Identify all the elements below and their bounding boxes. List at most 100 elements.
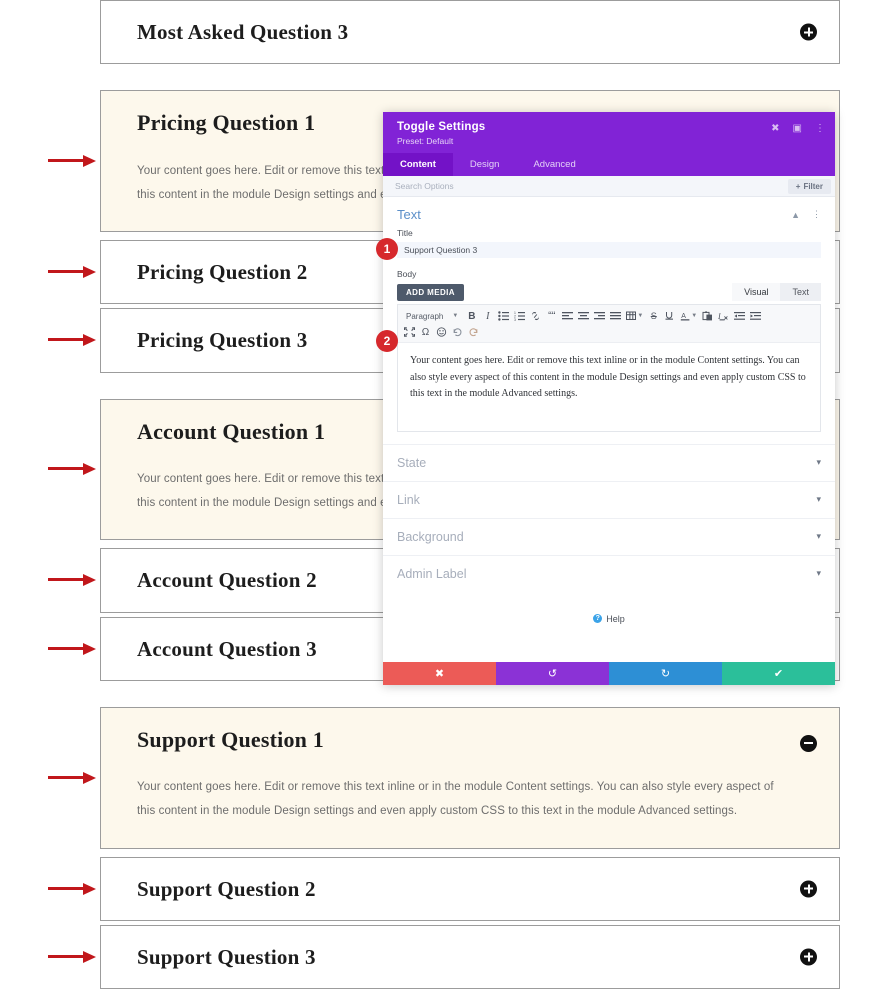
- align-center-icon[interactable]: [576, 309, 591, 323]
- chevron-down-icon[interactable]: ▾: [816, 457, 821, 468]
- table-icon[interactable]: ▼: [624, 309, 645, 323]
- plus-icon[interactable]: [800, 880, 817, 897]
- bold-icon[interactable]: B: [464, 309, 479, 323]
- more-options-icon[interactable]: ⋮: [815, 124, 825, 134]
- modal-action-bar: ✖ ↺ ↻ ✔: [383, 662, 835, 685]
- chevron-up-icon[interactable]: ▲: [791, 210, 800, 220]
- link-icon[interactable]: [528, 309, 543, 323]
- text-color-icon[interactable]: A ▼: [678, 309, 699, 323]
- outdent-icon[interactable]: [732, 309, 747, 323]
- modal-body: Text ▲ ⋮ Title Support Question 3 Body A…: [383, 197, 835, 662]
- strikethrough-icon[interactable]: S: [646, 309, 661, 323]
- pointer-arrow: [48, 266, 96, 278]
- pointer-arrow: [48, 334, 96, 346]
- search-options-bar: Search Options + Filter: [383, 176, 835, 197]
- plus-icon[interactable]: [800, 24, 817, 41]
- chevron-down-icon: ▼: [691, 313, 697, 319]
- svg-text:3: 3: [514, 318, 516, 321]
- editor-toolbar: Paragraph ▼ B I 123 ““: [398, 305, 820, 343]
- accordion-item-title: Most Asked Question 3: [137, 19, 793, 45]
- help-icon: ?: [593, 614, 602, 623]
- bullet-list-icon[interactable]: [496, 309, 511, 323]
- paragraph-format-select[interactable]: Paragraph ▼: [402, 309, 463, 323]
- accordion-item[interactable]: Support Question 1 Your content goes here…: [100, 707, 840, 849]
- chevron-down-icon[interactable]: ▾: [816, 568, 821, 579]
- chevron-down-icon[interactable]: ▾: [816, 494, 821, 505]
- undo-icon: ↺: [548, 667, 557, 680]
- modal-title: Toggle Settings: [397, 121, 821, 133]
- editor-tab-text[interactable]: Text: [780, 283, 821, 301]
- title-field-group: Title Support Question 3: [383, 228, 835, 258]
- text-section-title: Text: [397, 207, 779, 222]
- section-row-label: Link: [397, 493, 816, 507]
- add-media-button[interactable]: ADD MEDIA: [397, 284, 464, 301]
- pointer-arrow: [48, 155, 96, 167]
- filter-label: Filter: [803, 182, 823, 191]
- check-icon: ✔: [774, 667, 783, 680]
- emoji-icon[interactable]: [434, 325, 449, 339]
- plus-icon[interactable]: [800, 948, 817, 965]
- paste-as-text-icon[interactable]: [700, 309, 715, 323]
- help-button[interactable]: ? Help: [383, 592, 835, 624]
- accordion-item-title: Support Question 2: [137, 876, 793, 902]
- editor-content[interactable]: Your content goes here. Edit or remove t…: [398, 343, 820, 431]
- pointer-arrow: [48, 574, 96, 586]
- section-row-background[interactable]: Background▾: [383, 518, 835, 555]
- body-field-label: Body: [397, 269, 821, 279]
- align-left-icon[interactable]: [560, 309, 575, 323]
- pointer-arrow: [48, 951, 96, 963]
- text-section-header[interactable]: Text ▲ ⋮: [383, 197, 835, 228]
- section-more-icon[interactable]: ⋮: [812, 209, 821, 220]
- clear-formatting-icon[interactable]: I: [716, 309, 731, 323]
- body-field-group: Body ADD MEDIA VisualText: [383, 269, 835, 301]
- tab-advanced[interactable]: Advanced: [516, 153, 592, 176]
- blockquote-icon[interactable]: ““: [544, 309, 559, 323]
- section-row-label: State: [397, 456, 816, 470]
- panel-layout-icon[interactable]: ▣: [793, 124, 802, 134]
- chevron-down-icon[interactable]: ▾: [816, 531, 821, 542]
- section-row-label: Admin Label: [397, 567, 816, 581]
- section-row-link[interactable]: Link▾: [383, 481, 835, 518]
- accordion-item[interactable]: Support Question 3: [100, 925, 840, 989]
- section-row-state[interactable]: State▾: [383, 444, 835, 481]
- modal-header-icons: ✖ ▣ ⋮: [771, 124, 825, 134]
- redo-button[interactable]: ↻: [609, 662, 722, 685]
- accordion-item[interactable]: Support Question 2: [100, 857, 840, 921]
- step-badge-2: 2: [376, 330, 398, 352]
- filter-button[interactable]: + Filter: [788, 179, 831, 194]
- italic-icon[interactable]: I: [480, 309, 495, 323]
- spacer: [100, 64, 840, 90]
- undo-button[interactable]: ↺: [496, 662, 609, 685]
- section-row-admin-label[interactable]: Admin Label▾: [383, 555, 835, 592]
- editor-mode-tabs: VisualText: [732, 283, 821, 301]
- pointer-arrow: [48, 643, 96, 655]
- indent-icon[interactable]: [748, 309, 763, 323]
- rich-text-editor: Paragraph ▼ B I 123 ““: [397, 304, 821, 432]
- justify-icon[interactable]: [608, 309, 623, 323]
- save-button[interactable]: ✔: [722, 662, 835, 685]
- fullscreen-icon[interactable]: [402, 325, 417, 339]
- accordion-item[interactable]: Most Asked Question 3: [100, 0, 840, 64]
- search-input[interactable]: Search Options: [395, 181, 788, 191]
- tab-design[interactable]: Design: [453, 153, 517, 176]
- chevron-down-icon: ▼: [637, 313, 643, 319]
- modal-header: Toggle Settings Preset: Default ✖ ▣ ⋮: [383, 112, 835, 153]
- minus-icon[interactable]: [800, 735, 817, 752]
- tab-content[interactable]: Content: [383, 153, 453, 176]
- step-badge-1: 1: [376, 238, 398, 260]
- accordion-item-body: Your content goes here. Edit or remove t…: [137, 775, 793, 823]
- cancel-button[interactable]: ✖: [383, 662, 496, 685]
- accordion-item-title: Support Question 1: [137, 726, 793, 754]
- svg-text:A: A: [681, 313, 686, 320]
- collapse-icon[interactable]: ✖: [771, 124, 779, 134]
- horizontal-rule-icon[interactable]: [662, 309, 677, 323]
- spacer: [100, 849, 840, 857]
- redo-icon[interactable]: [466, 325, 481, 339]
- plus-icon: +: [796, 182, 801, 191]
- title-input[interactable]: Support Question 3: [397, 242, 821, 258]
- numbered-list-icon[interactable]: 123: [512, 309, 527, 323]
- editor-tab-visual[interactable]: Visual: [732, 283, 780, 301]
- align-right-icon[interactable]: [592, 309, 607, 323]
- undo-icon[interactable]: [450, 325, 465, 339]
- special-character-icon[interactable]: Ω: [418, 325, 433, 339]
